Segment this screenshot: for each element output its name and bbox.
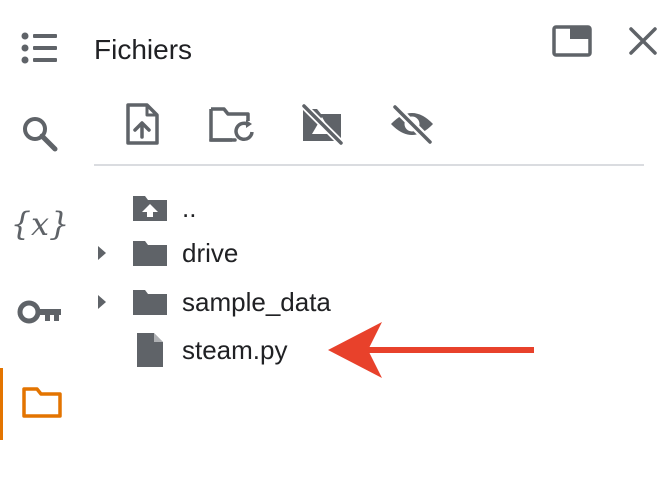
variables-icon: {x} [10,205,70,243]
tree-item-label: drive [182,238,239,268]
table-of-contents-icon [20,30,60,71]
toggle-panel-button[interactable] [550,24,594,62]
sidebar-item-table-of-contents[interactable] [0,18,80,82]
refresh-folder-icon [208,104,256,149]
tree-item-label: sample_data [182,287,331,317]
folder-up-icon [130,186,170,230]
tree-item-drive[interactable]: drive [90,231,530,275]
tree-item-label: .. [182,193,197,223]
expand-caret-icon[interactable] [92,280,112,324]
drive-off-icon [299,103,345,150]
folder-icon [130,280,170,324]
window-icon [552,24,592,62]
close-button[interactable] [624,24,662,62]
sidebar-item-variables[interactable]: {x} [0,192,80,256]
sidebar-item-secrets[interactable] [0,282,80,346]
tree-item-parent[interactable]: .. [90,186,530,230]
search-icon [20,114,60,159]
refresh-folder-button[interactable] [204,100,260,152]
toggle-hidden-files-button[interactable] [384,100,440,152]
tree-item-label: steam.py [182,335,288,365]
mount-drive-button[interactable] [294,100,350,152]
folder-icon [130,231,170,275]
upload-file-icon [124,102,160,150]
sidebar-item-files[interactable] [0,368,80,440]
sidebar-rail: {x} [0,0,80,498]
file-icon [130,328,170,372]
page-title: Fichiers [94,34,193,65]
folder-icon [21,385,63,424]
close-icon [628,26,658,61]
toolbar-divider [94,164,644,166]
hide-icon [388,103,436,149]
key-icon [17,297,63,332]
annotation-arrow [326,318,538,385]
upload-file-button[interactable] [114,100,170,152]
sidebar-item-search[interactable] [0,104,80,168]
expand-caret-icon[interactable] [92,231,112,275]
